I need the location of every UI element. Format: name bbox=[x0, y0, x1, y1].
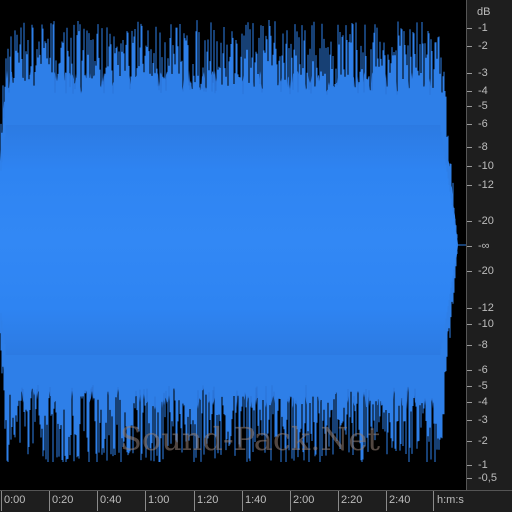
watermark: Sound-Pack.Net bbox=[120, 420, 381, 458]
waveform-view[interactable] bbox=[0, 0, 466, 490]
db-tick bbox=[467, 124, 472, 125]
db-tick bbox=[467, 465, 472, 466]
time-tick bbox=[386, 491, 387, 511]
time-tick bbox=[97, 491, 98, 511]
db-label: -4 bbox=[478, 85, 488, 97]
time-label: 0:40 bbox=[100, 494, 122, 506]
db-label: -1 bbox=[478, 459, 488, 471]
time-tick bbox=[145, 491, 146, 511]
db-label: -0,5 bbox=[478, 472, 497, 484]
db-label: -10 bbox=[478, 160, 494, 172]
time-label: 0:20 bbox=[52, 494, 74, 506]
time-tick bbox=[242, 491, 243, 511]
db-label: -4 bbox=[478, 396, 488, 408]
db-label: -12 bbox=[478, 302, 494, 314]
db-label: -20 bbox=[478, 215, 494, 227]
db-label: -10 bbox=[478, 318, 494, 330]
db-tick bbox=[467, 221, 472, 222]
db-label: -2 bbox=[478, 435, 488, 447]
db-tick bbox=[467, 370, 472, 371]
time-label: 2:00 bbox=[293, 494, 315, 506]
db-scale: dB -1 -2 -3 -4 -5 -6 -8 -10 -12 -20 -∞ -20 -12 -10 -8 -… bbox=[466, 0, 512, 490]
db-tick bbox=[467, 271, 472, 272]
db-tick bbox=[467, 106, 472, 107]
time-label: 1:00 bbox=[148, 494, 170, 506]
db-label: -3 bbox=[478, 414, 488, 426]
db-tick bbox=[467, 345, 472, 346]
db-tick bbox=[467, 324, 472, 325]
db-label: -5 bbox=[478, 100, 488, 112]
db-tick bbox=[467, 147, 472, 148]
time-tick bbox=[290, 491, 291, 511]
db-tick bbox=[467, 28, 472, 29]
db-label: -3 bbox=[478, 67, 488, 79]
db-tick bbox=[467, 73, 472, 74]
time-tick bbox=[49, 491, 50, 511]
time-tick bbox=[1, 491, 2, 511]
db-tick bbox=[467, 46, 472, 47]
time-label: 2:20 bbox=[341, 494, 363, 506]
db-unit-label: dB bbox=[477, 6, 491, 18]
time-label: 0:00 bbox=[4, 494, 26, 506]
db-label: -∞ bbox=[478, 240, 490, 252]
db-tick bbox=[467, 420, 472, 421]
time-label: 1:40 bbox=[245, 494, 267, 506]
time-label: 1:20 bbox=[197, 494, 219, 506]
db-tick bbox=[467, 478, 472, 479]
db-label: -2 bbox=[478, 40, 488, 52]
time-tick bbox=[338, 491, 339, 511]
time-tick bbox=[433, 491, 434, 511]
db-tick bbox=[467, 185, 472, 186]
time-label: 2:40 bbox=[389, 494, 411, 506]
db-tick bbox=[467, 386, 472, 387]
db-label: -8 bbox=[478, 339, 488, 351]
time-unit-label: h:m:s bbox=[437, 494, 464, 506]
db-tick bbox=[467, 166, 472, 167]
db-tick bbox=[467, 441, 472, 442]
time-ruler[interactable]: 0:00 0:20 0:40 1:00 1:20 1:40 2:00 2:20 2:40 h:m:… bbox=[0, 490, 512, 512]
db-label: -6 bbox=[478, 118, 488, 130]
db-label: -8 bbox=[478, 141, 488, 153]
db-label: -5 bbox=[478, 380, 488, 392]
time-tick bbox=[194, 491, 195, 511]
db-tick bbox=[467, 308, 472, 309]
db-tick bbox=[467, 402, 472, 403]
db-label: -1 bbox=[478, 22, 488, 34]
db-label: -20 bbox=[478, 265, 494, 277]
db-label: -6 bbox=[478, 364, 488, 376]
db-tick bbox=[467, 91, 472, 92]
waveform-svg[interactable] bbox=[0, 0, 466, 490]
db-tick bbox=[467, 246, 472, 247]
db-label: -12 bbox=[478, 179, 494, 191]
